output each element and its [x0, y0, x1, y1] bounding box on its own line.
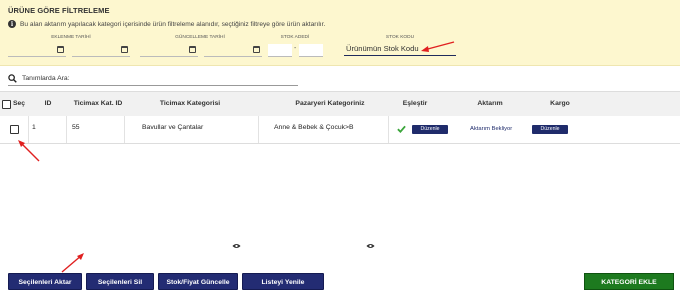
cargo-edit-button[interactable]: Düzenle [532, 125, 568, 134]
col-header-match: Eşleştir [402, 100, 428, 107]
table-header: Seç ID Ticimax Kat. ID Ticimax Kategoris… [0, 91, 680, 117]
filter-panel: ÜRÜNE GÖRE FİLTRELEME i Bu alan aktarım … [0, 0, 680, 66]
col-header-select: Seç [12, 100, 26, 107]
stock-count-max-input[interactable] [299, 44, 323, 57]
column-divider [388, 116, 389, 143]
updated-date-start-input[interactable] [140, 44, 198, 57]
transfer-selected-button[interactable]: Seçilenleri Aktar [8, 273, 82, 290]
col-header-marketplace-category: Pazaryeri Kategoriniz [295, 100, 365, 107]
column-divider [66, 116, 67, 143]
info-icon: i [8, 20, 16, 28]
column-divider [124, 116, 125, 143]
definitions-search[interactable]: Tanımlarda Ara: [8, 72, 298, 86]
stock-range-separator: - [294, 45, 297, 52]
col-header-cargo: Kargo [550, 100, 570, 107]
stock-code-input[interactable]: Ürünümün Stok Kodu [344, 42, 456, 56]
add-category-button[interactable]: KATEGORİ EKLE [584, 273, 674, 290]
calendar-icon[interactable] [189, 46, 196, 53]
refresh-list-button[interactable]: Listeyi Yenile [242, 273, 324, 290]
delete-selected-button[interactable]: Seçilenleri Sil [86, 273, 154, 290]
stock-code-label: STOK KODU [385, 35, 415, 40]
col-header-ticimax-cat-id: Ticimax Kat. ID [73, 100, 123, 107]
search-label: Tanımlarda Ara: [22, 75, 70, 82]
updated-date-label: GÜNCELLEME TARİHİ [175, 35, 225, 40]
row-ticimax-category: Bavullar ve Çantalar [142, 124, 204, 131]
updated-date-end-input[interactable] [204, 44, 262, 57]
search-icon [8, 74, 17, 83]
filter-panel-title: ÜRÜNE GÖRE FİLTRELEME [8, 6, 110, 15]
col-header-transfer: Aktarım [477, 100, 503, 107]
row-id: 1 [32, 124, 36, 131]
row-ticimax-cat-id: 55 [72, 124, 80, 131]
transfer-status: Aktarım Bekliyor [470, 126, 513, 132]
filter-info-text: Bu alan aktarım yapılacak kategori içeri… [20, 20, 326, 28]
match-edit-button[interactable]: Düzenle [412, 125, 448, 134]
created-date-start-input[interactable] [8, 44, 66, 57]
calendar-icon[interactable] [121, 46, 128, 53]
row-select-checkbox[interactable] [10, 125, 19, 134]
column-divider [28, 116, 29, 143]
eye-icon[interactable] [366, 243, 375, 249]
filter-info-line: i Bu alan aktarım yapılacak kategori içe… [8, 19, 325, 29]
row-marketplace-category: Anne & Bebek & Çocuk>B [274, 124, 354, 131]
created-date-end-input[interactable] [72, 44, 130, 57]
eye-icon[interactable] [232, 243, 241, 249]
check-icon [397, 125, 406, 133]
stock-count-min-input[interactable] [268, 44, 292, 57]
stock-count-label: STOK ADEDİ [280, 35, 310, 40]
column-divider [258, 116, 259, 143]
created-date-label: EKLENME TARİHİ [51, 35, 91, 40]
col-header-id: ID [44, 100, 52, 107]
calendar-icon[interactable] [253, 46, 260, 53]
col-header-ticimax-category: Ticimax Kategorisi [159, 100, 221, 107]
arrow-transfer-button [61, 253, 84, 273]
stock-price-update-button[interactable]: Stok/Fiyat Güncelle [158, 273, 238, 290]
calendar-icon[interactable] [57, 46, 64, 53]
table-row: 1 55 Bavullar ve Çantalar Anne & Bebek &… [0, 116, 680, 249]
